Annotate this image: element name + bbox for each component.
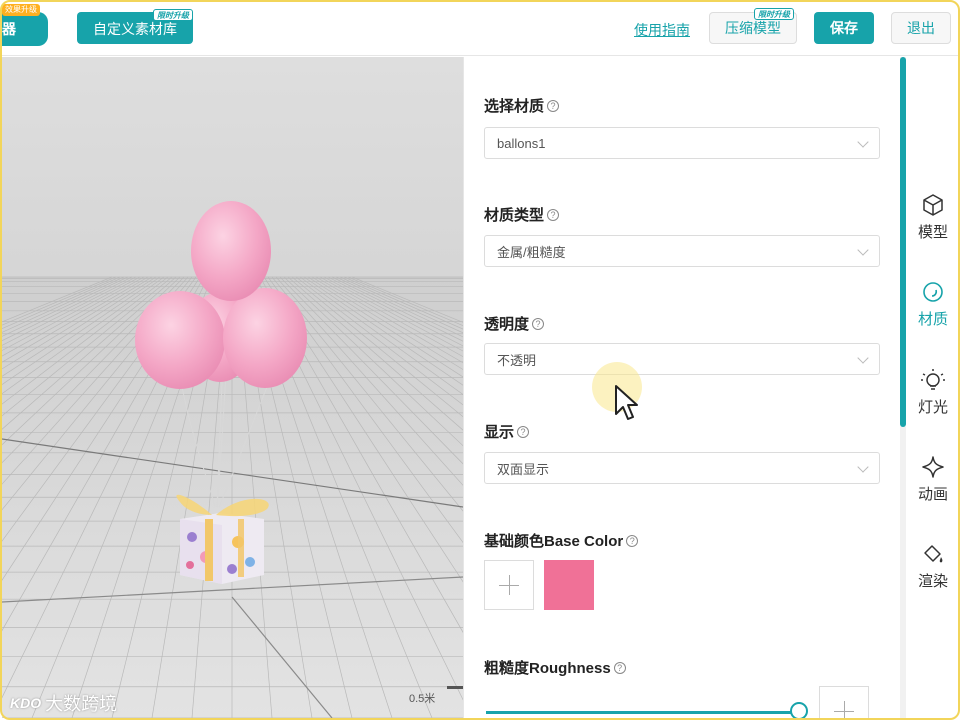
help-icon[interactable]: ? xyxy=(517,425,530,438)
tab-animation[interactable]: 动画 xyxy=(906,444,960,514)
save-button[interactable]: 保存 xyxy=(814,12,874,44)
chevron-down-icon xyxy=(857,461,869,473)
watermark-text: 大数跨境 xyxy=(45,694,118,714)
material-type-title: 材质类型 xyxy=(484,207,545,224)
display-select[interactable]: 双面显示 xyxy=(484,452,880,484)
watermark: KDO 大数跨境 xyxy=(10,690,117,716)
tab-material-label: 材质 xyxy=(917,310,948,328)
display-title: 显示 xyxy=(484,424,515,441)
3d-viewport[interactable] xyxy=(2,57,463,718)
right-tab-rail: 模型 材质 灯光 动画 渲染 xyxy=(906,57,960,720)
help-icon[interactable]: ? xyxy=(547,99,560,112)
watermark-logo: KDO xyxy=(10,695,42,711)
tab-render[interactable]: 渲染 xyxy=(906,531,960,601)
mouse-pointer-icon xyxy=(615,385,638,420)
properties-panel: 选择材质 ? ballons1 材质类型 ? 金属/粗糙度 透明度 ? 不透明 … xyxy=(463,57,900,720)
base-color-title: 基础颜色Base Color xyxy=(484,533,624,550)
balloon xyxy=(135,291,225,389)
editor-button[interactable]: 器 xyxy=(0,12,48,46)
tab-lighting-label: 灯光 xyxy=(917,398,948,416)
roughness-slider-thumb[interactable] xyxy=(790,702,808,720)
sparkle-icon xyxy=(922,455,944,478)
limited-upgrade-badge: 限时升级 xyxy=(754,8,794,20)
tab-render-label: 渲染 xyxy=(917,572,948,590)
paint-bucket-icon xyxy=(924,544,943,562)
chevron-down-icon xyxy=(857,244,869,256)
roughness-title: 粗糙度Roughness xyxy=(484,660,611,677)
bulb-icon xyxy=(921,368,945,390)
exit-button[interactable]: 退出 xyxy=(891,12,951,44)
opacity-select[interactable]: 不透明 xyxy=(484,343,880,375)
base-color-swatch[interactable] xyxy=(544,560,594,610)
material-select-value: ballons1 xyxy=(497,135,546,151)
custom-library-button[interactable]: 自定义素材库 限时升级 xyxy=(77,9,193,44)
help-icon[interactable]: ? xyxy=(626,534,639,547)
user-guide-link[interactable]: 使用指南 xyxy=(634,20,690,40)
scene-canvas xyxy=(2,201,463,718)
compress-model-label: 压缩模型 xyxy=(725,20,781,36)
help-icon[interactable]: ? xyxy=(613,661,626,674)
help-icon[interactable]: ? xyxy=(547,208,560,221)
add-texture-button[interactable] xyxy=(484,560,534,610)
tab-animation-label: 动画 xyxy=(917,485,948,503)
custom-library-label: 自定义素材库 xyxy=(93,21,177,37)
display-value: 双面显示 xyxy=(497,461,550,477)
base-color-section-title: 基础颜色Base Color ? xyxy=(484,530,639,551)
opacity-title: 透明度 xyxy=(484,316,530,333)
chevron-down-icon xyxy=(857,136,869,148)
tab-material[interactable]: 材质 xyxy=(906,269,960,339)
tab-model[interactable]: 模型 xyxy=(906,182,960,252)
material-select[interactable]: ballons1 xyxy=(484,127,880,159)
display-section-title: 显示 ? xyxy=(484,421,530,442)
balloon xyxy=(191,201,271,301)
limited-upgrade-badge: 限时升级 xyxy=(153,9,193,21)
material-section-title: 选择材质 ? xyxy=(484,95,560,116)
roughness-section-title: 粗糙度Roughness ? xyxy=(484,657,626,678)
opacity-section-title: 透明度 ? xyxy=(484,313,545,334)
chevron-down-icon xyxy=(857,352,869,364)
compress-model-button[interactable]: 压缩模型 限时升级 xyxy=(709,8,797,44)
cube-icon xyxy=(923,193,943,216)
scale-bar xyxy=(447,686,463,689)
tab-model-label: 模型 xyxy=(917,223,948,241)
editor-button-label: 器 xyxy=(2,21,16,37)
tab-lighting[interactable]: 灯光 xyxy=(906,357,960,427)
balloon xyxy=(223,288,307,388)
help-icon[interactable]: ? xyxy=(532,317,545,330)
upgrade-badge: 效果升级 xyxy=(2,4,40,16)
material-type-select[interactable]: 金属/粗糙度 xyxy=(484,235,880,267)
roughness-slider-track[interactable] xyxy=(486,711,800,714)
material-type-value: 金属/粗糙度 xyxy=(497,244,566,260)
opacity-value: 不透明 xyxy=(497,352,537,368)
material-title: 选择材质 xyxy=(484,98,545,115)
top-bar: 器 效果升级 自定义素材库 限时升级 使用指南 压缩模型 限时升级 保存 退出 xyxy=(0,0,960,56)
scale-label: 0.5米 xyxy=(409,693,436,705)
material-type-section-title: 材质类型 ? xyxy=(484,204,560,225)
add-roughness-texture-button[interactable] xyxy=(819,686,869,720)
material-circle-icon xyxy=(923,281,943,302)
